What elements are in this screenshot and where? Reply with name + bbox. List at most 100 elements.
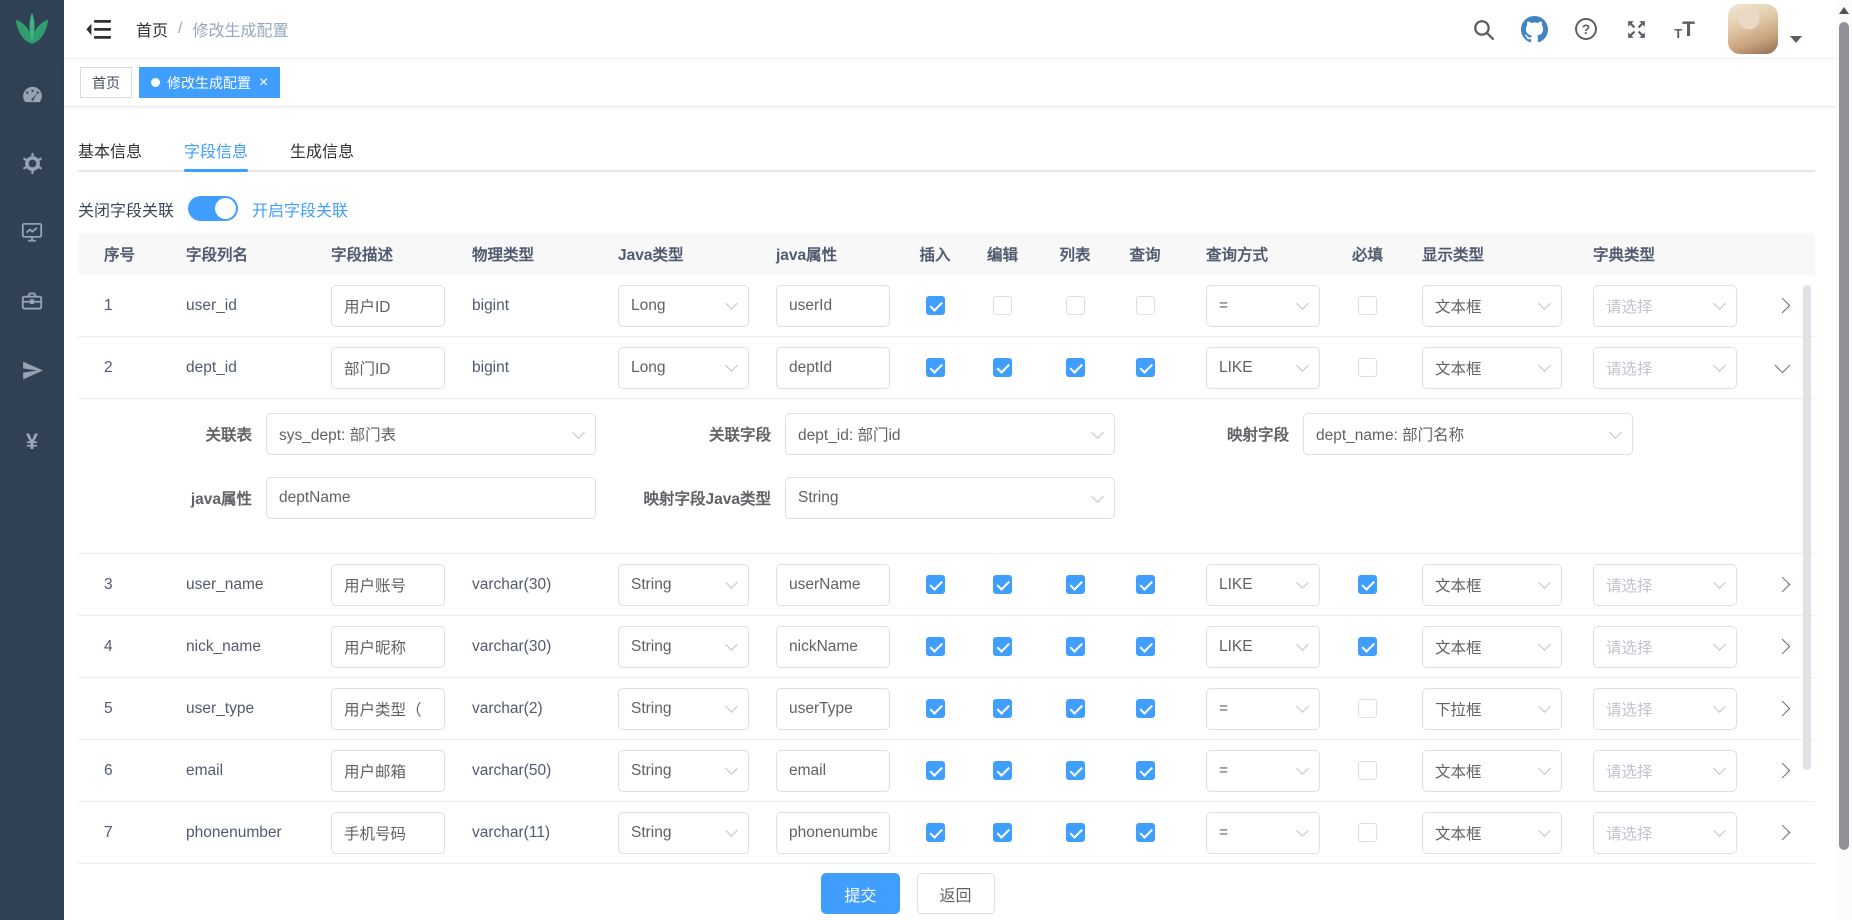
- list-checkbox[interactable]: [1066, 637, 1085, 656]
- edit-checkbox[interactable]: [993, 699, 1012, 718]
- expand-row-icon[interactable]: [1775, 639, 1791, 655]
- sidebar-item-monitor[interactable]: [0, 200, 64, 269]
- description-input[interactable]: 用户类型（: [331, 688, 445, 730]
- description-input[interactable]: 手机号码: [331, 812, 445, 854]
- query-method-select[interactable]: LIKE: [1206, 626, 1320, 668]
- user-menu[interactable]: [1728, 4, 1802, 54]
- required-checkbox[interactable]: [1358, 637, 1377, 656]
- query-method-select[interactable]: =: [1206, 285, 1320, 327]
- display-type-select[interactable]: 文本框: [1422, 285, 1562, 327]
- java-type-select[interactable]: String: [618, 812, 749, 854]
- query-method-select[interactable]: =: [1206, 812, 1320, 854]
- query-checkbox[interactable]: [1136, 823, 1155, 842]
- expansion-java-field-input[interactable]: deptName: [266, 477, 596, 519]
- expand-row-icon[interactable]: [1775, 298, 1791, 314]
- display-type-select[interactable]: 文本框: [1422, 626, 1562, 668]
- required-checkbox[interactable]: [1358, 823, 1377, 842]
- expand-row-icon[interactable]: [1775, 357, 1791, 373]
- description-input[interactable]: 用户邮箱: [331, 750, 445, 792]
- expand-row-icon[interactable]: [1775, 763, 1791, 779]
- tab-basic-info[interactable]: 基本信息: [78, 129, 142, 170]
- dict-type-select[interactable]: 请选择: [1593, 750, 1737, 792]
- app-logo[interactable]: [0, 0, 64, 62]
- query-method-select[interactable]: LIKE: [1206, 564, 1320, 606]
- display-type-select[interactable]: 文本框: [1422, 812, 1562, 854]
- java-field-input[interactable]: deptId: [776, 347, 890, 389]
- list-checkbox[interactable]: [1066, 823, 1085, 842]
- description-input[interactable]: 用户账号: [331, 564, 445, 606]
- list-checkbox[interactable]: [1066, 358, 1085, 377]
- java-field-input[interactable]: phonenumber: [776, 812, 890, 854]
- description-input[interactable]: 部门ID: [331, 347, 445, 389]
- java-field-input[interactable]: userType: [776, 688, 890, 730]
- tab-field-info[interactable]: 字段信息: [184, 129, 248, 170]
- breadcrumb-home-link[interactable]: 首页: [136, 17, 168, 41]
- sidebar-item-finance[interactable]: ¥: [0, 407, 64, 476]
- query-checkbox[interactable]: [1136, 761, 1155, 780]
- display-type-select[interactable]: 文本框: [1422, 750, 1562, 792]
- java-field-input[interactable]: email: [776, 750, 890, 792]
- sidebar-item-job[interactable]: [0, 338, 64, 407]
- relation-field-select[interactable]: dept_id: 部门id: [785, 413, 1115, 455]
- dict-type-select[interactable]: 请选择: [1593, 285, 1737, 327]
- java-type-select[interactable]: String: [618, 626, 749, 668]
- required-checkbox[interactable]: [1358, 761, 1377, 780]
- java-type-select[interactable]: Long: [618, 347, 749, 389]
- font-size-icon[interactable]: TT: [1674, 19, 1695, 40]
- required-checkbox[interactable]: [1358, 699, 1377, 718]
- list-checkbox[interactable]: [1066, 699, 1085, 718]
- required-checkbox[interactable]: [1358, 358, 1377, 377]
- sidebar-item-system[interactable]: [0, 131, 64, 200]
- list-checkbox[interactable]: [1066, 296, 1085, 315]
- tag-current-page[interactable]: 修改生成配置 ×: [139, 67, 280, 98]
- insert-checkbox[interactable]: [926, 358, 945, 377]
- table-scrollbar-thumb[interactable]: [1803, 285, 1811, 770]
- dict-type-select[interactable]: 请选择: [1593, 626, 1737, 668]
- java-field-input[interactable]: userName: [776, 564, 890, 606]
- sidebar-item-tool[interactable]: [0, 269, 64, 338]
- required-checkbox[interactable]: [1358, 296, 1377, 315]
- required-checkbox[interactable]: [1358, 575, 1377, 594]
- description-input[interactable]: 用户ID: [331, 285, 445, 327]
- search-icon[interactable]: [1471, 17, 1496, 42]
- java-type-select[interactable]: Long: [618, 285, 749, 327]
- edit-checkbox[interactable]: [993, 823, 1012, 842]
- query-checkbox[interactable]: [1136, 296, 1155, 315]
- tag-close-icon[interactable]: ×: [259, 75, 268, 91]
- query-checkbox[interactable]: [1136, 358, 1155, 377]
- java-type-select[interactable]: String: [618, 688, 749, 730]
- edit-checkbox[interactable]: [993, 358, 1012, 377]
- query-checkbox[interactable]: [1136, 575, 1155, 594]
- page-scrollbar-thumb[interactable]: [1839, 22, 1849, 850]
- scrollbar-up-arrow-icon[interactable]: [1839, 7, 1849, 14]
- java-field-input[interactable]: userId: [776, 285, 890, 327]
- dict-type-select[interactable]: 请选择: [1593, 812, 1737, 854]
- query-checkbox[interactable]: [1136, 699, 1155, 718]
- java-field-input[interactable]: nickName: [776, 626, 890, 668]
- edit-checkbox[interactable]: [993, 637, 1012, 656]
- tag-home[interactable]: 首页: [80, 67, 132, 98]
- edit-checkbox[interactable]: [993, 575, 1012, 594]
- relation-table-select[interactable]: sys_dept: 部门表: [266, 413, 596, 455]
- field-relation-toggle[interactable]: [188, 196, 238, 221]
- mapping-field-select[interactable]: dept_name: 部门名称: [1303, 413, 1633, 455]
- back-button[interactable]: 返回: [917, 873, 995, 914]
- java-type-select[interactable]: String: [618, 564, 749, 606]
- mapping-java-type-select[interactable]: String: [785, 477, 1115, 519]
- query-checkbox[interactable]: [1136, 637, 1155, 656]
- insert-checkbox[interactable]: [926, 575, 945, 594]
- insert-checkbox[interactable]: [926, 296, 945, 315]
- insert-checkbox[interactable]: [926, 823, 945, 842]
- dict-type-select[interactable]: 请选择: [1593, 347, 1737, 389]
- description-input[interactable]: 用户昵称: [331, 626, 445, 668]
- expand-row-icon[interactable]: [1775, 825, 1791, 841]
- expand-row-icon[interactable]: [1775, 701, 1791, 717]
- query-method-select[interactable]: =: [1206, 750, 1320, 792]
- sidebar-fold-toggle[interactable]: [86, 19, 112, 40]
- sidebar-item-dashboard[interactable]: [0, 62, 64, 131]
- tab-generate-info[interactable]: 生成信息: [290, 129, 354, 170]
- insert-checkbox[interactable]: [926, 699, 945, 718]
- page-scrollbar[interactable]: [1836, 0, 1852, 920]
- insert-checkbox[interactable]: [926, 637, 945, 656]
- submit-button[interactable]: 提交: [821, 873, 899, 914]
